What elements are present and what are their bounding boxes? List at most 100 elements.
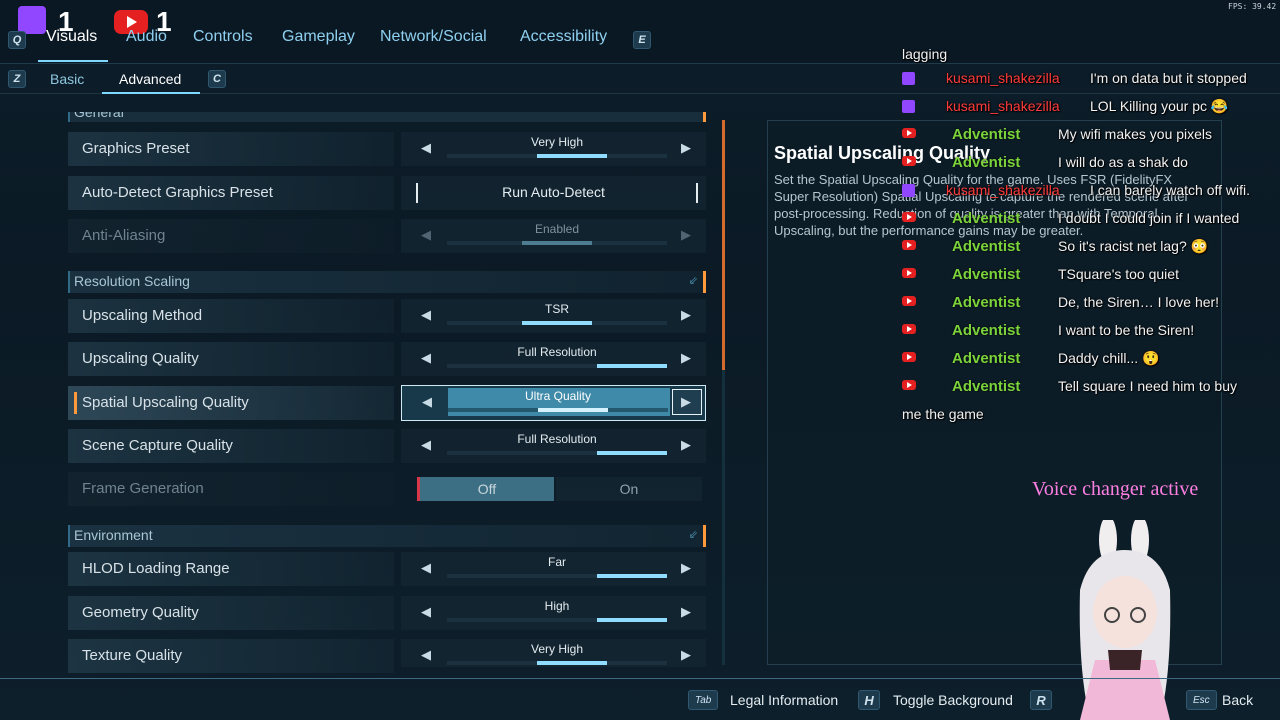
arrow-right-icon[interactable]: ▶ [681, 560, 691, 576]
subtab-advanced[interactable]: Advanced [119, 71, 181, 87]
level-fill [596, 574, 667, 578]
tab-accessibility[interactable]: Accessibility [520, 28, 607, 52]
arrow-right-icon[interactable]: ▶ [681, 604, 691, 620]
level-bar [447, 154, 667, 158]
level-bar [447, 321, 667, 325]
reset-key[interactable]: R [1030, 690, 1052, 710]
chat-text: De, the Siren… I love her! [1058, 294, 1220, 310]
tab-visuals[interactable]: Visuals [46, 28, 97, 52]
frame-generation-on-toggle[interactable]: On [556, 477, 702, 501]
toggle-background-key[interactable]: H [858, 690, 880, 710]
setting-texture-quality[interactable]: Texture Quality [68, 639, 394, 673]
tab-audio[interactable]: Audio [126, 28, 167, 52]
arrow-left-icon[interactable]: ◀ [422, 394, 432, 410]
arrow-right-icon[interactable]: ▶ [681, 307, 691, 323]
spatial-upscaling-selector[interactable]: ◀ Ultra Quality ▶ [401, 385, 706, 421]
selector-value: Enabled [534, 222, 580, 236]
chat-message: kusami_shakezilla I'm on data but it stop… [902, 68, 1272, 96]
prev-subtab-key[interactable]: Z [8, 70, 26, 88]
setting-scene-capture-quality[interactable]: Scene Capture Quality [68, 429, 394, 463]
selector-value: Very High [530, 642, 584, 656]
geometry-selector[interactable]: ◀ High ▶ [401, 596, 706, 630]
youtube-icon [902, 240, 916, 250]
setting-label: Spatial Upscaling Quality [82, 394, 249, 411]
back-key[interactable]: Esc [1186, 690, 1217, 710]
level-fill [596, 364, 667, 368]
upscaling-quality-selector[interactable]: ◀ Full Resolution ▶ [401, 342, 706, 376]
upscaling-method-selector[interactable]: ◀ TSR ▶ [401, 299, 706, 333]
frame-generation-off-toggle[interactable]: Off [417, 477, 554, 501]
youtube-icon [902, 352, 916, 362]
chat-text: LOL Killing your pc 😂 [1090, 98, 1229, 114]
legal-information-button[interactable]: Legal Information [730, 692, 838, 708]
chat-message: Adventist TSquare's too quiet [902, 264, 1272, 292]
section-resolution-scaling: Resolution Scaling ⇙ [68, 271, 706, 293]
arrow-right-icon[interactable]: ▶ [681, 140, 691, 156]
arrow-left-icon: ◀ [421, 227, 431, 242]
fps-counter: FPS: 39.42 [1228, 2, 1277, 11]
chat-message: Adventist Daddy chill... 😲 [902, 348, 1272, 376]
run-auto-detect-button[interactable]: Run Auto-Detect [401, 176, 706, 210]
setting-hlod-loading-range[interactable]: HLOD Loading Range [68, 552, 394, 586]
scene-capture-selector[interactable]: ◀ Full Resolution ▶ [401, 429, 706, 463]
collapse-icon[interactable]: ⇙ [689, 274, 698, 287]
tab-network-social[interactable]: Network/Social [380, 28, 487, 52]
arrow-left-icon[interactable]: ◀ [421, 560, 431, 576]
level-fill [596, 618, 667, 622]
arrow-right-icon[interactable]: ▶ [681, 350, 691, 366]
arrow-left-icon[interactable]: ◀ [421, 604, 431, 620]
arrow-left-icon[interactable]: ◀ [421, 647, 431, 663]
settings-scrollbar[interactable] [722, 120, 725, 665]
setting-geometry-quality[interactable]: Geometry Quality [68, 596, 394, 630]
arrow-left-icon[interactable]: ◀ [421, 140, 431, 156]
youtube-icon [902, 128, 916, 138]
legal-key[interactable]: Tab [688, 690, 719, 710]
texture-selector[interactable]: ◀ Very High ▶ [401, 639, 706, 667]
twitch-icon [902, 100, 915, 113]
twitch-icon [18, 6, 46, 34]
back-button[interactable]: Back [1222, 692, 1253, 708]
youtube-icon [902, 268, 916, 278]
chat-message: kusami_shakezilla LOL Killing your pc 😂 [902, 96, 1272, 124]
setting-label: Anti-Aliasing [82, 227, 166, 244]
setting-label: Scene Capture Quality [82, 437, 233, 454]
toggle-background-button[interactable]: Toggle Background [893, 692, 1013, 708]
arrow-right-icon[interactable]: ▶ [681, 394, 691, 410]
prev-tab-key[interactable]: Q [8, 31, 26, 49]
subtab-basic[interactable]: Basic [50, 71, 84, 87]
setting-label: HLOD Loading Range [82, 560, 230, 577]
youtube-icon [902, 212, 916, 222]
section-environment: Environment ⇙ [68, 525, 706, 547]
setting-upscaling-method[interactable]: Upscaling Method [68, 299, 394, 333]
arrow-right-icon[interactable]: ▶ [681, 647, 691, 663]
level-fill [521, 241, 593, 245]
arrow-left-icon[interactable]: ◀ [421, 307, 431, 323]
tab-controls[interactable]: Controls [193, 28, 253, 52]
setting-auto-detect[interactable]: Auto-Detect Graphics Preset [68, 176, 394, 210]
chat-username: Adventist [952, 378, 1021, 395]
twitch-icon [902, 72, 915, 85]
selector-value: Far [548, 555, 566, 569]
next-tab-key[interactable]: E [633, 31, 651, 49]
setting-spatial-upscaling-quality[interactable]: Spatial Upscaling Quality [68, 386, 394, 420]
setting-graphics-preset[interactable]: Graphics Preset [68, 132, 394, 166]
hlod-selector[interactable]: ◀ Far ▶ [401, 552, 706, 586]
level-fill [537, 408, 609, 412]
chat-username: Adventist [952, 126, 1021, 143]
level-fill [536, 154, 608, 158]
arrow-left-icon[interactable]: ◀ [421, 437, 431, 453]
collapse-icon[interactable]: ⇙ [689, 528, 698, 541]
chat-message: Adventist My wifi makes you pixels [902, 124, 1272, 152]
graphics-preset-selector[interactable]: ◀ Very High ▶ [401, 132, 706, 166]
section-title: Environment [74, 527, 153, 543]
setting-upscaling-quality[interactable]: Upscaling Quality [68, 342, 394, 376]
setting-anti-aliasing: Anti-Aliasing [68, 219, 394, 253]
next-subtab-key[interactable]: C [208, 70, 226, 88]
setting-label: Texture Quality [82, 647, 183, 664]
tab-gameplay[interactable]: Gameplay [282, 28, 355, 52]
scrollbar-thumb[interactable] [722, 120, 725, 370]
arrow-right-icon[interactable]: ▶ [681, 437, 691, 453]
arrow-left-icon[interactable]: ◀ [421, 350, 431, 366]
youtube-icon [902, 296, 916, 306]
youtube-icon [902, 156, 916, 166]
